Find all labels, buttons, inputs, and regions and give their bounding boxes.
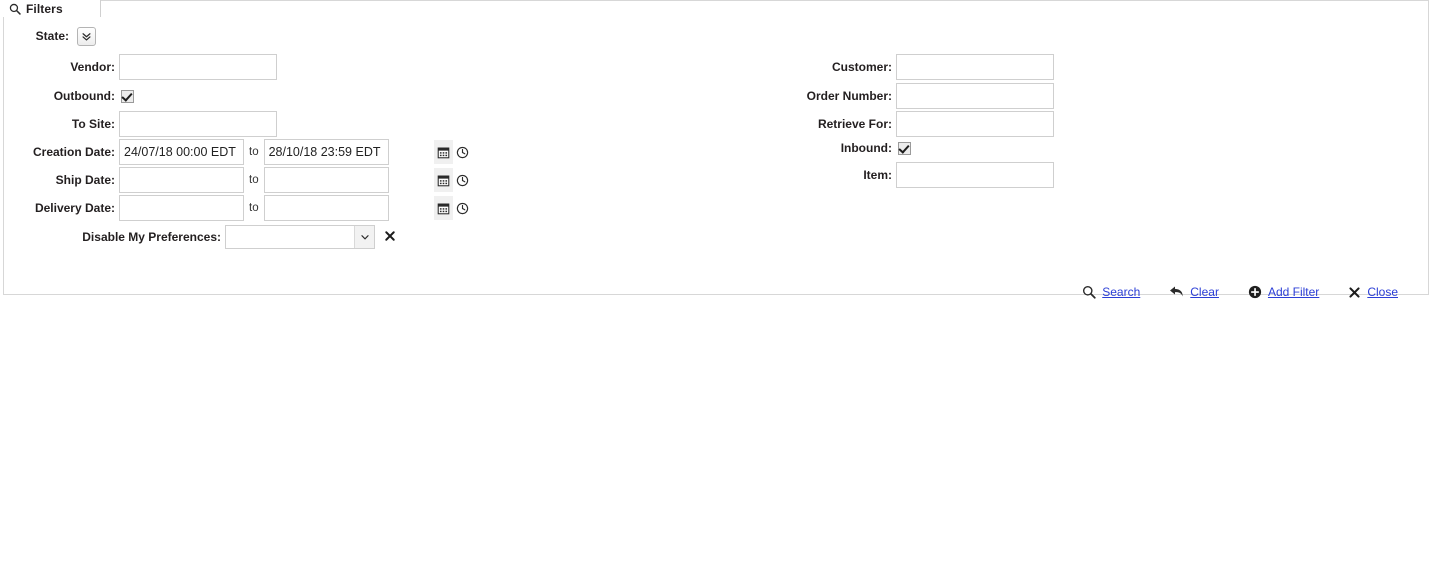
double-chevron-down-icon xyxy=(81,31,92,42)
ship-date-to-separator: to xyxy=(249,174,259,186)
field-row-creation-date: Creation Date: 24/07/18 00:00 EDT to 28/… xyxy=(4,139,468,165)
disable-my-preferences-selected-value xyxy=(226,226,354,248)
field-row-vendor: Vendor: xyxy=(4,54,277,80)
search-button[interactable]: Search xyxy=(1082,285,1140,299)
field-row-customer: Customer: xyxy=(704,54,1054,80)
vendor-input[interactable] xyxy=(119,54,277,80)
to-site-label: To Site: xyxy=(71,117,115,131)
calendar-icon[interactable] xyxy=(433,140,453,164)
chevron-down-icon xyxy=(354,226,374,248)
close-x-icon xyxy=(1348,286,1361,299)
creation-date-to-separator: to xyxy=(249,146,259,158)
undo-arrow-icon xyxy=(1169,285,1184,299)
field-row-to-site: To Site: xyxy=(4,111,277,137)
delivery-date-to-group xyxy=(263,195,468,221)
plus-circle-icon xyxy=(1248,285,1262,299)
field-row-retrieve-for: Retrieve For: xyxy=(704,111,1054,137)
tab-filters-label: Filters xyxy=(26,2,63,16)
outbound-checkbox[interactable] xyxy=(121,89,134,103)
ship-date-from-group xyxy=(119,167,324,193)
field-row-item: Item: xyxy=(704,162,1054,188)
ship-date-label: Ship Date: xyxy=(55,173,115,187)
item-input[interactable] xyxy=(896,162,1054,188)
add-filter-button[interactable]: Add Filter xyxy=(1248,285,1319,299)
delivery-date-label: Delivery Date: xyxy=(34,201,115,215)
filters-panel: State: Vendor: Outbound: To Site: Creati… xyxy=(3,17,1429,299)
delivery-date-from-group xyxy=(119,195,324,221)
disable-my-preferences-label: Disable My Preferences: xyxy=(82,230,221,244)
creation-date-to-input[interactable] xyxy=(264,140,434,164)
calendar-icon[interactable] xyxy=(433,168,453,192)
order-number-label: Order Number: xyxy=(806,89,892,103)
search-icon xyxy=(9,3,21,15)
search-icon xyxy=(1082,285,1096,299)
delivery-date-to-input[interactable] xyxy=(264,196,434,220)
disable-my-preferences-select[interactable] xyxy=(225,225,375,249)
inbound-label: Inbound: xyxy=(840,141,892,155)
calendar-icon[interactable] xyxy=(433,196,453,220)
tab-strip-filler xyxy=(101,0,1429,18)
field-row-ship-date: Ship Date: to xyxy=(4,167,468,193)
close-button[interactable]: Close xyxy=(1348,285,1398,299)
clock-icon[interactable] xyxy=(453,168,472,192)
field-row-disable-my-preferences: Disable My Preferences: xyxy=(4,225,396,249)
item-label: Item: xyxy=(863,168,892,182)
disable-my-preferences-remove-button[interactable] xyxy=(384,230,396,244)
delivery-date-to-separator: to xyxy=(249,202,259,214)
outbound-label: Outbound: xyxy=(53,89,115,103)
clock-icon[interactable] xyxy=(453,140,472,164)
retrieve-for-label: Retrieve For: xyxy=(817,117,892,131)
tab-filters[interactable]: Filters xyxy=(3,0,101,18)
action-links: Search Clear Add Filter Close xyxy=(1082,285,1398,299)
clock-icon[interactable] xyxy=(453,196,472,220)
add-filter-label: Add Filter xyxy=(1267,285,1320,299)
clear-label: Clear xyxy=(1190,285,1219,299)
clear-button[interactable]: Clear xyxy=(1169,285,1219,299)
creation-date-to-group xyxy=(263,139,468,165)
creation-date-label: Creation Date: xyxy=(32,145,115,159)
state-label: State: xyxy=(35,29,69,43)
tab-strip: Filters xyxy=(3,0,1429,18)
field-row-order-number: Order Number: xyxy=(704,83,1054,109)
field-row-delivery-date: Delivery Date: to xyxy=(4,195,468,221)
field-row-outbound: Outbound: xyxy=(4,84,134,108)
close-label: Close xyxy=(1367,285,1398,299)
state-expand-button[interactable] xyxy=(77,26,96,46)
retrieve-for-input[interactable] xyxy=(896,111,1054,137)
order-number-input[interactable] xyxy=(896,83,1054,109)
field-row-inbound: Inbound: xyxy=(704,136,911,160)
customer-label: Customer: xyxy=(831,60,892,74)
vendor-label: Vendor: xyxy=(70,60,115,74)
ship-date-to-group xyxy=(263,167,468,193)
search-label: Search xyxy=(1102,285,1141,299)
ship-date-to-input[interactable] xyxy=(264,168,434,192)
to-site-input[interactable] xyxy=(119,111,277,137)
creation-date-from-group xyxy=(119,139,324,165)
field-row-state: State: xyxy=(4,24,96,48)
inbound-checkbox[interactable] xyxy=(898,141,911,155)
customer-input[interactable] xyxy=(896,54,1054,80)
